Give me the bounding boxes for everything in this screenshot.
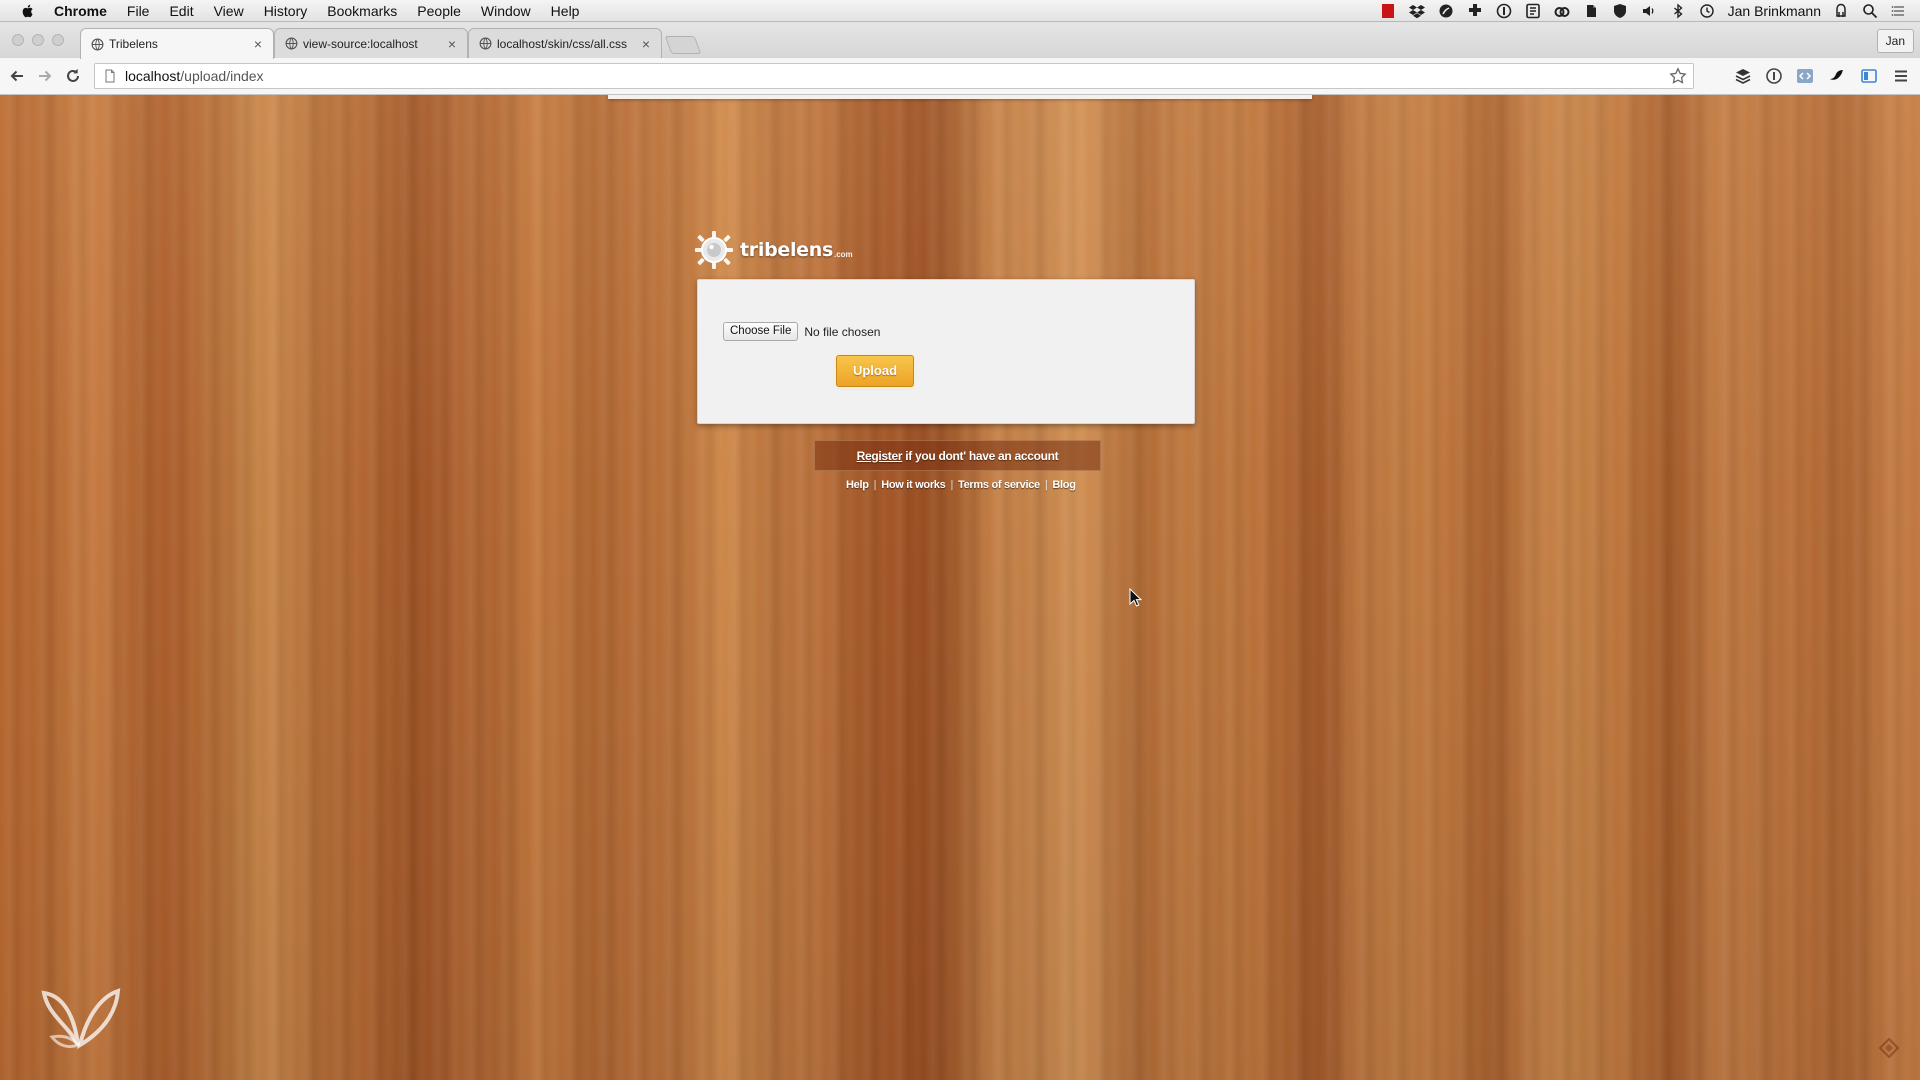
choose-file-button[interactable]: Choose File: [723, 322, 799, 341]
browser-tab-strip: Tribelens × view-source:localhost × loca…: [0, 22, 1920, 59]
page-icon: [105, 69, 115, 83]
forward-arrow-icon[interactable]: [36, 67, 54, 85]
creative-cloud-icon[interactable]: [1554, 3, 1570, 19]
tab-title: view-source:localhost: [303, 36, 418, 51]
menu-history[interactable]: History: [264, 3, 308, 19]
mouse-pointer-icon: [1129, 587, 1143, 608]
globe-icon: [91, 38, 104, 50]
tab-view-source[interactable]: view-source:localhost ×: [274, 28, 468, 58]
menu-edit[interactable]: Edit: [169, 3, 193, 19]
browser-toolbar: localhost/upload/index: [0, 58, 1920, 95]
dropbox-icon[interactable]: [1408, 3, 1425, 19]
globe-icon: [285, 37, 298, 50]
tab-all-css[interactable]: localhost/skin/css/all.css ×: [468, 28, 662, 58]
tribelens-logo[interactable]: tribelens .com: [694, 227, 853, 273]
bluetooth-icon[interactable]: [1670, 2, 1686, 19]
globe-icon: [479, 37, 492, 50]
url-host: localhost: [125, 68, 181, 84]
logo-brand-suffix: .com: [834, 249, 853, 259]
url-path: /upload/index: [180, 68, 264, 84]
register-link[interactable]: Register: [857, 449, 903, 463]
time-machine-icon[interactable]: [1699, 3, 1715, 19]
footer-link-terms-of-service[interactable]: Terms of service: [958, 479, 1040, 491]
tab-close-icon[interactable]: ×: [637, 36, 655, 52]
menu-app-chrome[interactable]: Chrome: [54, 3, 107, 19]
footer-link-blog[interactable]: Blog: [1052, 479, 1076, 491]
footer-separator: |: [873, 479, 877, 491]
menu-view[interactable]: View: [214, 3, 244, 19]
tab-close-icon[interactable]: ×: [443, 36, 461, 52]
one-password-icon[interactable]: [1496, 3, 1512, 19]
window-close-button[interactable]: [12, 34, 24, 46]
page-viewport: tribelens .com Choose File No file chose…: [0, 95, 1920, 1080]
file-input[interactable]: Choose File No file chosen: [723, 322, 880, 341]
tab-tribelens[interactable]: Tribelens ×: [80, 28, 274, 59]
tab-title: Tribelens: [109, 37, 158, 51]
red-record-icon[interactable]: [1380, 3, 1396, 19]
lens-logo-icon: [694, 230, 734, 270]
logo-brand-text: tribelens: [740, 239, 833, 261]
chrome-menu-icon[interactable]: [1892, 67, 1910, 85]
menu-help[interactable]: Help: [551, 3, 580, 19]
spotlight-search-icon[interactable]: [1862, 3, 1878, 19]
menu-bar-user-name[interactable]: Jan Brinkmann: [1728, 3, 1821, 19]
upload-button[interactable]: Upload: [836, 355, 914, 387]
top-header-strip: [608, 95, 1312, 99]
footer-links: Help | How it works | Terms of service |…: [846, 479, 1076, 491]
reader-extension-icon[interactable]: [1860, 67, 1878, 85]
notes-icon[interactable]: [1525, 3, 1541, 19]
notification-center-icon[interactable]: [1891, 3, 1907, 19]
shield-icon[interactable]: [1612, 3, 1628, 19]
menu-window[interactable]: Window: [481, 3, 531, 19]
file-status-text: No file chosen: [804, 324, 881, 339]
address-bar-url: localhost/upload/index: [125, 68, 264, 84]
leaf-icon[interactable]: [1438, 3, 1454, 19]
window-minimize-button[interactable]: [32, 34, 44, 46]
tab-title: localhost/skin/css/all.css: [497, 36, 628, 51]
reload-icon[interactable]: [64, 67, 82, 85]
footer-link-help[interactable]: Help: [846, 479, 869, 491]
footer-separator: |: [1044, 479, 1048, 491]
volume-icon[interactable]: [1641, 3, 1657, 19]
menu-people[interactable]: People: [417, 3, 461, 19]
apple-menu-icon[interactable]: [20, 3, 36, 19]
address-bar[interactable]: localhost/upload/index: [94, 63, 1694, 89]
back-arrow-icon[interactable]: [8, 67, 26, 85]
bird-extension-icon[interactable]: [1828, 67, 1846, 85]
footer-separator: |: [950, 479, 954, 491]
window-zoom-button[interactable]: [52, 34, 64, 46]
macos-menu-bar: Chrome File Edit View History Bookmarks …: [0, 0, 1920, 22]
menu-bookmarks[interactable]: Bookmarks: [327, 3, 397, 19]
menu-file[interactable]: File: [127, 3, 150, 19]
puzzle-icon[interactable]: [1467, 3, 1483, 19]
profile-button[interactable]: Jan: [1876, 29, 1914, 53]
butterfly-watermark-icon: [38, 975, 122, 1055]
bookmark-star-icon[interactable]: [1669, 67, 1687, 85]
buffer-stack-icon[interactable]: [1734, 67, 1752, 85]
register-text: if you dont' have an account: [905, 448, 1059, 463]
new-tab-button[interactable]: [664, 36, 702, 54]
one-password-extension-icon[interactable]: [1765, 67, 1783, 85]
corner-diamond-icon: [1878, 1037, 1900, 1059]
upload-panel: Choose File No file chosen Upload: [697, 279, 1195, 424]
user-account-icon[interactable]: [1833, 3, 1849, 19]
tab-close-icon[interactable]: ×: [249, 36, 267, 52]
evernote-icon[interactable]: [1583, 3, 1599, 19]
code-extension-icon[interactable]: [1796, 67, 1814, 85]
menu-bar-status-area: Jan Brinkmann: [1380, 0, 1920, 22]
footer-link-how-it-works[interactable]: How it works: [881, 479, 946, 491]
register-box: Register if you dont' have an account: [814, 440, 1101, 471]
